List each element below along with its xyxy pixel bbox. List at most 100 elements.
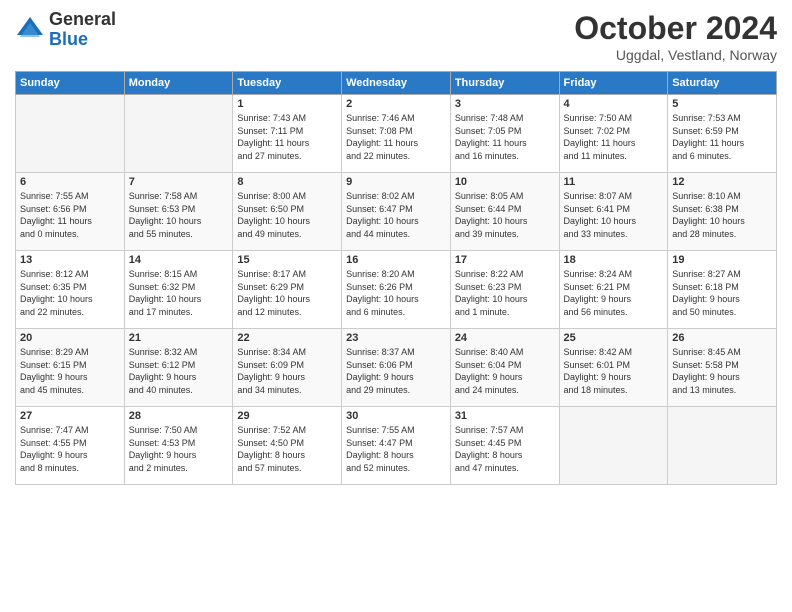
calendar-cell: 2 Sunrise: 7:46 AM Sunset: 7:08 PM Daylig… — [342, 95, 451, 173]
calendar-cell: 6 Sunrise: 7:55 AM Sunset: 6:56 PM Daylig… — [16, 173, 125, 251]
cell-content: Sunrise: 8:24 AM Sunset: 6:21 PM Dayligh… — [564, 268, 664, 318]
cell-content: Sunrise: 7:55 AM Sunset: 4:47 PM Dayligh… — [346, 424, 446, 474]
calendar-cell: 25 Sunrise: 8:42 AM Sunset: 6:01 PM Dayli… — [559, 329, 668, 407]
day-number: 6 — [20, 176, 120, 188]
day-number: 8 — [237, 176, 337, 188]
calendar-cell — [16, 95, 125, 173]
calendar-cell: 4Sunrise: 7:50 AM Sunset: 7:02 PM Daylig… — [559, 95, 668, 173]
cell-content: Sunrise: 7:50 AM Sunset: 4:53 PM Dayligh… — [129, 424, 229, 474]
day-number: 22 — [237, 332, 337, 344]
location-subtitle: Uggdal, Vestland, Norway — [574, 47, 777, 63]
day-number: 12 — [672, 176, 772, 188]
calendar-cell: 22 Sunrise: 8:34 AM Sunset: 6:09 PM Dayli… — [233, 329, 342, 407]
day-number: 18 — [564, 254, 664, 266]
cell-content: Sunrise: 8:22 AM Sunset: 6:23 PM Dayligh… — [455, 268, 555, 318]
week-row-3: 13Sunrise: 8:12 AM Sunset: 6:35 PM Dayli… — [16, 251, 777, 329]
cell-content: Sunrise: 8:20 AM Sunset: 6:26 PM Dayligh… — [346, 268, 446, 318]
calendar-cell: 24Sunrise: 8:40 AM Sunset: 6:04 PM Dayli… — [450, 329, 559, 407]
cell-content: Sunrise: 8:05 AM Sunset: 6:44 PM Dayligh… — [455, 190, 555, 240]
calendar-cell: 26Sunrise: 8:45 AM Sunset: 5:58 PM Dayli… — [668, 329, 777, 407]
calendar-cell: 23 Sunrise: 8:37 AM Sunset: 6:06 PM Dayli… — [342, 329, 451, 407]
day-number: 30 — [346, 410, 446, 422]
logo-blue-text: Blue — [49, 30, 116, 50]
calendar-cell: 29 Sunrise: 7:52 AM Sunset: 4:50 PM Dayli… — [233, 407, 342, 485]
day-number: 31 — [455, 410, 555, 422]
cell-content: Sunrise: 8:27 AM Sunset: 6:18 PM Dayligh… — [672, 268, 772, 318]
cell-content: Sunrise: 7:43 AM Sunset: 7:11 PM Dayligh… — [237, 112, 337, 162]
calendar-cell: 15Sunrise: 8:17 AM Sunset: 6:29 PM Dayli… — [233, 251, 342, 329]
calendar-cell — [668, 407, 777, 485]
calendar-cell: 27 Sunrise: 7:47 AM Sunset: 4:55 PM Dayli… — [16, 407, 125, 485]
cell-content: Sunrise: 7:53 AM Sunset: 6:59 PM Dayligh… — [672, 112, 772, 162]
logo: General Blue — [15, 10, 116, 50]
day-number: 13 — [20, 254, 120, 266]
cell-content: Sunrise: 7:47 AM Sunset: 4:55 PM Dayligh… — [20, 424, 120, 474]
cell-content: Sunrise: 8:37 AM Sunset: 6:06 PM Dayligh… — [346, 346, 446, 396]
day-number: 5 — [672, 98, 772, 110]
day-number: 11 — [564, 176, 664, 188]
week-row-5: 27 Sunrise: 7:47 AM Sunset: 4:55 PM Dayli… — [16, 407, 777, 485]
day-number: 10 — [455, 176, 555, 188]
calendar-cell: 28 Sunrise: 7:50 AM Sunset: 4:53 PM Dayli… — [124, 407, 233, 485]
day-number: 7 — [129, 176, 229, 188]
calendar-cell: 8 Sunrise: 8:00 AM Sunset: 6:50 PM Daylig… — [233, 173, 342, 251]
calendar-cell: 13Sunrise: 8:12 AM Sunset: 6:35 PM Dayli… — [16, 251, 125, 329]
calendar-cell: 31Sunrise: 7:57 AM Sunset: 4:45 PM Dayli… — [450, 407, 559, 485]
week-row-2: 6 Sunrise: 7:55 AM Sunset: 6:56 PM Daylig… — [16, 173, 777, 251]
calendar-cell: 1 Sunrise: 7:43 AM Sunset: 7:11 PM Daylig… — [233, 95, 342, 173]
header-wednesday: Wednesday — [342, 72, 451, 95]
day-number: 17 — [455, 254, 555, 266]
calendar-cell: 21Sunrise: 8:32 AM Sunset: 6:12 PM Dayli… — [124, 329, 233, 407]
day-number: 20 — [20, 332, 120, 344]
day-number: 25 — [564, 332, 664, 344]
calendar-cell: 3 Sunrise: 7:48 AM Sunset: 7:05 PM Daylig… — [450, 95, 559, 173]
cell-content: Sunrise: 8:07 AM Sunset: 6:41 PM Dayligh… — [564, 190, 664, 240]
cell-content: Sunrise: 8:32 AM Sunset: 6:12 PM Dayligh… — [129, 346, 229, 396]
cell-content: Sunrise: 8:34 AM Sunset: 6:09 PM Dayligh… — [237, 346, 337, 396]
cell-content: Sunrise: 8:15 AM Sunset: 6:32 PM Dayligh… — [129, 268, 229, 318]
calendar-cell: 7 Sunrise: 7:58 AM Sunset: 6:53 PM Daylig… — [124, 173, 233, 251]
cell-content: Sunrise: 7:46 AM Sunset: 7:08 PM Dayligh… — [346, 112, 446, 162]
cell-content: Sunrise: 8:42 AM Sunset: 6:01 PM Dayligh… — [564, 346, 664, 396]
weekday-header-row: Sunday Monday Tuesday Wednesday Thursday… — [16, 72, 777, 95]
calendar-cell: 16 Sunrise: 8:20 AM Sunset: 6:26 PM Dayli… — [342, 251, 451, 329]
calendar-cell: 30 Sunrise: 7:55 AM Sunset: 4:47 PM Dayli… — [342, 407, 451, 485]
header-monday: Monday — [124, 72, 233, 95]
logo-text: General Blue — [49, 10, 116, 50]
header: General Blue October 2024 Uggdal, Vestla… — [15, 10, 777, 63]
cell-content: Sunrise: 7:48 AM Sunset: 7:05 PM Dayligh… — [455, 112, 555, 162]
cell-content: Sunrise: 7:50 AM Sunset: 7:02 PM Dayligh… — [564, 112, 664, 162]
header-saturday: Saturday — [668, 72, 777, 95]
day-number: 14 — [129, 254, 229, 266]
cell-content: Sunrise: 7:58 AM Sunset: 6:53 PM Dayligh… — [129, 190, 229, 240]
cell-content: Sunrise: 8:10 AM Sunset: 6:38 PM Dayligh… — [672, 190, 772, 240]
calendar-cell: 20 Sunrise: 8:29 AM Sunset: 6:15 PM Dayli… — [16, 329, 125, 407]
header-sunday: Sunday — [16, 72, 125, 95]
cell-content: Sunrise: 7:55 AM Sunset: 6:56 PM Dayligh… — [20, 190, 120, 240]
day-number: 28 — [129, 410, 229, 422]
day-number: 16 — [346, 254, 446, 266]
cell-content: Sunrise: 8:00 AM Sunset: 6:50 PM Dayligh… — [237, 190, 337, 240]
cell-content: Sunrise: 8:29 AM Sunset: 6:15 PM Dayligh… — [20, 346, 120, 396]
week-row-1: 1 Sunrise: 7:43 AM Sunset: 7:11 PM Daylig… — [16, 95, 777, 173]
cell-content: Sunrise: 8:02 AM Sunset: 6:47 PM Dayligh… — [346, 190, 446, 240]
calendar-cell: 9Sunrise: 8:02 AM Sunset: 6:47 PM Daylig… — [342, 173, 451, 251]
cell-content: Sunrise: 7:52 AM Sunset: 4:50 PM Dayligh… — [237, 424, 337, 474]
header-thursday: Thursday — [450, 72, 559, 95]
day-number: 23 — [346, 332, 446, 344]
calendar-cell: 12 Sunrise: 8:10 AM Sunset: 6:38 PM Dayli… — [668, 173, 777, 251]
day-number: 2 — [346, 98, 446, 110]
week-row-4: 20 Sunrise: 8:29 AM Sunset: 6:15 PM Dayli… — [16, 329, 777, 407]
calendar-cell: 19Sunrise: 8:27 AM Sunset: 6:18 PM Dayli… — [668, 251, 777, 329]
calendar-cell: 17 Sunrise: 8:22 AM Sunset: 6:23 PM Dayli… — [450, 251, 559, 329]
day-number: 27 — [20, 410, 120, 422]
day-number: 3 — [455, 98, 555, 110]
calendar-cell — [124, 95, 233, 173]
calendar-cell — [559, 407, 668, 485]
day-number: 29 — [237, 410, 337, 422]
day-number: 26 — [672, 332, 772, 344]
day-number: 1 — [237, 98, 337, 110]
page: General Blue October 2024 Uggdal, Vestla… — [0, 0, 792, 612]
calendar-cell: 14 Sunrise: 8:15 AM Sunset: 6:32 PM Dayli… — [124, 251, 233, 329]
logo-icon — [15, 15, 45, 45]
